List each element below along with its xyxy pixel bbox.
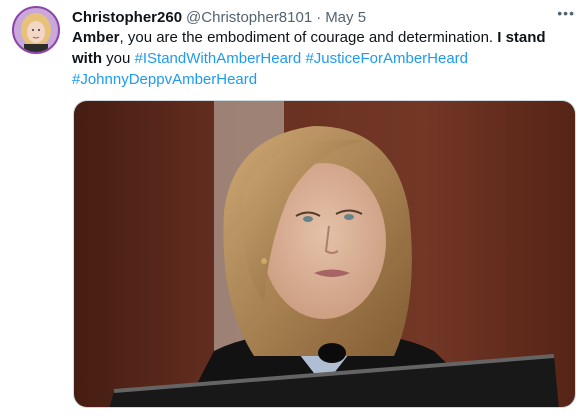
photo-woman-testifying <box>74 101 575 407</box>
hashtag-link[interactable]: #IStandWithAmberHeard <box>135 50 302 67</box>
hashtag-link[interactable]: #JusticeForAmberHeard <box>305 50 468 67</box>
tweet-media-photo[interactable] <box>73 100 576 408</box>
tweet-text-segment-4: you <box>102 50 135 67</box>
more-horizontal-icon[interactable]: ••• <box>557 5 575 21</box>
tweet-card[interactable]: Christopher260 @Christopher8101 · May 5 … <box>0 0 587 416</box>
hashtag-link[interactable]: #JohnnyDeppvAmberHeard <box>72 71 257 88</box>
header-separator: · <box>316 8 322 26</box>
author-handle[interactable]: @Christopher8101 <box>186 9 312 26</box>
tweet-text-bold-1: Amber <box>72 29 120 46</box>
tweet-header: Christopher260 @Christopher8101 · May 5 … <box>72 5 575 27</box>
avatar[interactable] <box>12 6 60 54</box>
tweet-date[interactable]: May 5 <box>325 9 366 26</box>
tweet-text-segment-2: , you are the embodiment of courage and … <box>119 29 498 46</box>
profile-photo-icon <box>14 8 58 52</box>
author-display-name[interactable]: Christopher260 <box>72 9 182 26</box>
tweet-text: Amber, you are the embodiment of courage… <box>72 27 572 90</box>
